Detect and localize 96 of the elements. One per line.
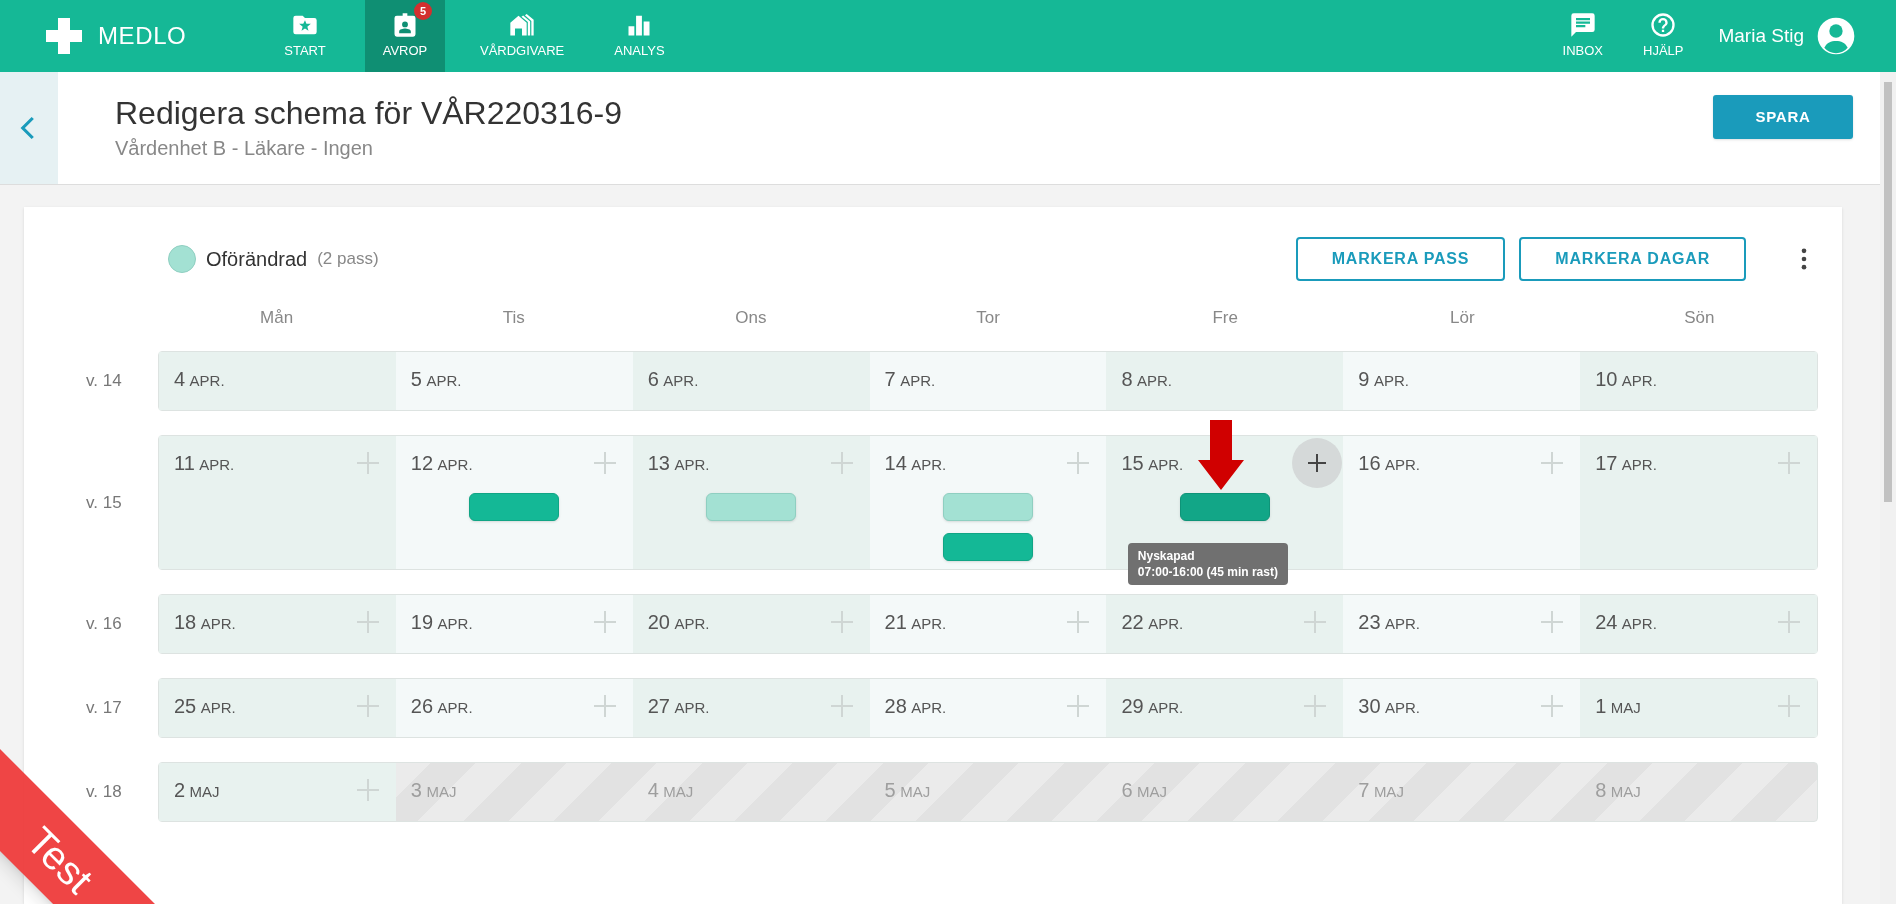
nav-tab[interactable]: ANALYS (599, 0, 680, 72)
date-label: 5 MAJ (884, 778, 931, 803)
count-badge: 5 (414, 2, 432, 20)
date-label: 16 APR. (1358, 451, 1420, 476)
date-label: 6 MAJ (1121, 778, 1167, 803)
date-label: 6 APR. (647, 367, 699, 392)
tooltip-text: 07:00-16:00 (45 min rast) (1137, 564, 1278, 580)
plus-icon (1303, 694, 1328, 718)
date-label: 30 APR. (1358, 694, 1420, 719)
action-button[interactable]: MARKERA PASS (1295, 237, 1506, 281)
app-name: MEDLO (98, 21, 187, 51)
user-name[interactable]: Maria Stig (1718, 21, 1804, 51)
date-label: 14 APR. (884, 451, 947, 476)
back-button[interactable] (0, 72, 58, 184)
date-label: 23 APR. (1358, 610, 1420, 635)
date-label: 26 APR. (410, 694, 473, 719)
legend-count: (2 pass) (317, 248, 379, 271)
plus-icon (355, 610, 380, 634)
plus-icon (1066, 610, 1091, 634)
date-label: 25 APR. (174, 694, 236, 719)
date-label: 28 APR. (884, 694, 947, 719)
plus-icon (592, 451, 617, 475)
weekday-label: Tor (975, 307, 1001, 329)
weekday-label: Lör (1449, 307, 1476, 329)
date-label: 12 APR. (410, 451, 473, 476)
plus-icon (592, 610, 617, 634)
weekday-label: Mån (259, 307, 295, 329)
week-label: v. 16 (85, 613, 123, 636)
date-label: 27 APR. (647, 694, 710, 719)
date-label: 22 APR. (1121, 610, 1184, 635)
week-label: v. 15 (85, 491, 123, 514)
page-subtitle: Vårdenhet B - Läkare - Ingen (115, 136, 374, 161)
date-label: 8 APR. (1121, 367, 1173, 392)
save-button[interactable]: SPARA (1713, 95, 1853, 139)
plus-icon (592, 694, 617, 718)
weekday-label: Ons (734, 307, 768, 329)
plus-icon (1777, 694, 1801, 718)
plus-icon (1066, 451, 1091, 475)
date-label: 5 APR. (410, 367, 462, 392)
plus-icon (355, 778, 380, 802)
shift-bar[interactable] (943, 493, 1033, 521)
nav-button[interactable]: HJÄLP (1628, 0, 1699, 72)
date-label: 7 APR. (884, 367, 936, 392)
shift-bar[interactable] (943, 533, 1033, 561)
date-label: 4 MAJ (647, 778, 694, 803)
week-label: v. 18 (85, 781, 123, 804)
date-label: 4 APR. (174, 367, 225, 392)
date-label: 29 APR. (1121, 694, 1184, 719)
nav-tab[interactable]: AVROP 5 (365, 0, 445, 72)
date-label: 20 APR. (647, 610, 710, 635)
nav-button[interactable]: INBOX (1547, 0, 1618, 72)
nav-tab[interactable]: START (265, 0, 345, 72)
plus-icon (829, 451, 854, 475)
date-label: 21 APR. (884, 610, 947, 635)
plus-icon (829, 694, 854, 718)
date-label: 18 APR. (174, 610, 236, 635)
shift-bar[interactable] (706, 493, 797, 521)
week-label: v. 17 (85, 697, 123, 720)
date-label: 15 APR. (1121, 451, 1184, 476)
plus-icon (829, 610, 854, 634)
plus-icon (1066, 694, 1091, 718)
tooltip-title: Nyskapad (1137, 548, 1196, 564)
nav-tab[interactable]: VÅRDGIVARE (465, 0, 580, 72)
weekday-label: Sön (1683, 307, 1716, 329)
date-label: 9 APR. (1358, 367, 1409, 392)
plus-icon (1777, 451, 1801, 475)
plus-icon (1540, 610, 1565, 634)
date-label: 7 MAJ (1358, 778, 1404, 803)
add-button[interactable] (1292, 438, 1343, 488)
plus-icon (1540, 694, 1565, 718)
plus-icon (1303, 610, 1328, 634)
weekday-label: Tis (501, 307, 526, 329)
action-button[interactable]: MARKERA DAGAR (1519, 237, 1746, 281)
help-icon (1649, 11, 1678, 40)
date-label: 13 APR. (647, 451, 710, 476)
week-label: v. 14 (85, 370, 123, 393)
plus-icon (1540, 451, 1565, 475)
shift-bar[interactable] (1179, 493, 1270, 521)
logo-icon (44, 16, 84, 56)
date-label: 1 MAJ (1595, 694, 1641, 719)
avatar-icon[interactable] (1816, 16, 1856, 56)
date-label: 2 MAJ (174, 778, 220, 803)
shift-bar[interactable] (469, 493, 560, 521)
legend-label: Oförändrad (206, 247, 308, 272)
plus-icon (355, 694, 380, 718)
plus-icon (1777, 610, 1801, 634)
date-label: 11 APR. (174, 451, 235, 476)
date-label: 19 APR. (410, 610, 473, 635)
date-label: 3 MAJ (410, 778, 457, 803)
date-label: 10 APR. (1595, 367, 1657, 392)
date-label: 17 APR. (1595, 451, 1657, 476)
weekday-label: Fre (1211, 307, 1239, 329)
plus-icon (355, 451, 380, 475)
page-title: Redigera schema för VÅR220316-9 (115, 94, 623, 133)
date-label: 24 APR. (1595, 610, 1657, 635)
date-label: 8 MAJ (1595, 778, 1641, 803)
